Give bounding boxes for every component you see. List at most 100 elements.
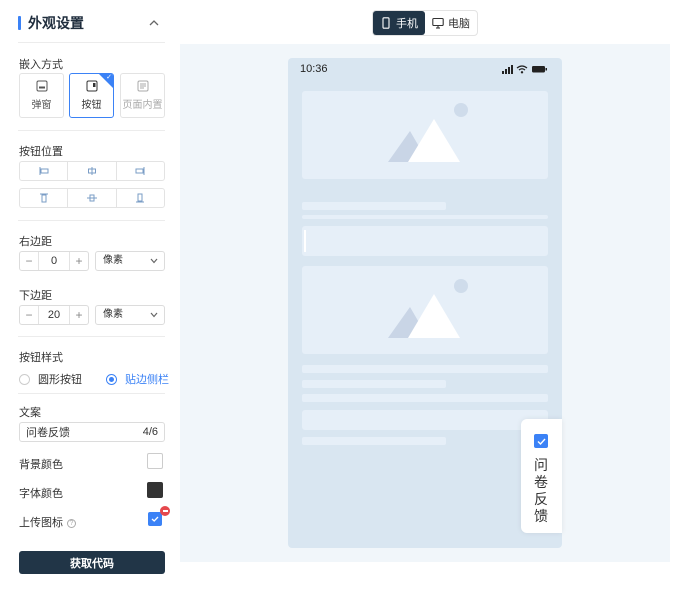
align-top-icon — [39, 193, 48, 203]
position-center-middle[interactable] — [68, 162, 117, 180]
device-toggle: 手机 电脑 — [372, 10, 478, 36]
position-top[interactable] — [20, 189, 69, 207]
text-placeholder — [302, 202, 446, 210]
position-right-middle[interactable] — [117, 162, 164, 180]
radio-sidebar-button[interactable]: 贴边侧栏 — [106, 371, 169, 387]
feedback-text: 问卷反馈 — [534, 457, 548, 524]
unit-value: 像素 — [103, 309, 123, 320]
align-vcenter-icon — [86, 194, 97, 202]
bottom-margin-stepper: − 20 + — [19, 305, 89, 325]
radio-sidebar-label: 贴边侧栏 — [125, 374, 169, 386]
tab-phone-label: 手机 — [396, 18, 418, 30]
cursor-marker — [304, 230, 306, 252]
align-center-icon — [87, 167, 96, 175]
tab-desktop[interactable]: 电脑 — [425, 11, 477, 35]
divider — [18, 393, 165, 394]
embed-page-button[interactable]: 页面内置 — [120, 73, 165, 118]
panel-title: 外观设置 — [28, 15, 84, 31]
text-placeholder — [302, 437, 446, 445]
divider — [18, 42, 165, 43]
remove-icon[interactable] — [160, 506, 170, 516]
align-bottom-icon — [136, 193, 145, 203]
embed-button-button[interactable]: ✓ 按钮 — [69, 73, 114, 118]
align-left-icon — [39, 167, 49, 175]
position-vcenter[interactable] — [68, 189, 117, 207]
increment-button[interactable]: + — [70, 306, 88, 324]
copy-count: 4/6 — [142, 426, 158, 438]
copy-label: 文案 — [19, 407, 41, 419]
check-icon — [151, 516, 159, 522]
right-margin-label: 右边距 — [19, 236, 52, 248]
text-placeholder — [302, 394, 548, 402]
copy-input[interactable]: 问卷反馈 4/6 — [19, 422, 165, 442]
right-margin-input[interactable]: 0 — [38, 252, 70, 270]
upload-icon-label-wrap: 上传图标? — [19, 514, 76, 530]
increment-button[interactable]: + — [70, 252, 88, 270]
input-placeholder — [302, 226, 548, 256]
tab-desktop-label: 电脑 — [448, 18, 470, 30]
panel-header: 外观设置 — [18, 12, 164, 34]
bottom-margin-label: 下边距 — [19, 290, 52, 302]
position-row-bottom — [19, 188, 165, 208]
feedback-sidebar-button[interactable]: 问卷反馈 — [521, 419, 562, 533]
embed-label: 嵌入方式 — [19, 59, 63, 71]
chevron-up-icon[interactable] — [148, 17, 160, 29]
divider — [18, 336, 165, 337]
image-placeholder — [302, 91, 548, 179]
status-time: 10:36 — [300, 63, 328, 75]
radio-circle — [19, 373, 30, 385]
unit-value: 像素 — [103, 255, 123, 266]
text-placeholder — [302, 380, 446, 388]
check-icon: ✓ — [106, 74, 112, 81]
font-color-swatch[interactable] — [147, 482, 163, 498]
get-code-button[interactable]: 获取代码 — [19, 551, 165, 574]
title-accent-bar — [18, 16, 21, 30]
tab-phone[interactable]: 手机 — [373, 11, 425, 35]
position-row-middle — [19, 161, 165, 181]
radio-round-label: 圆形按钮 — [38, 374, 82, 386]
uploaded-icon-preview[interactable] — [148, 512, 162, 526]
check-icon — [537, 438, 546, 445]
style-label: 按钮样式 — [19, 352, 63, 364]
position-left-middle[interactable] — [20, 162, 69, 180]
align-right-icon — [135, 167, 145, 175]
position-label: 按钮位置 — [19, 146, 63, 158]
font-color-label: 字体颜色 — [19, 488, 63, 500]
right-margin-stepper: − 0 + — [19, 251, 89, 271]
upload-icon-label: 上传图标 — [19, 517, 63, 529]
text-placeholder — [302, 365, 548, 373]
status-icons — [502, 65, 547, 74]
text-placeholder — [302, 215, 548, 219]
bg-color-label: 背景颜色 — [19, 459, 63, 471]
bottom-margin-unit-select[interactable]: 像素 — [95, 305, 165, 325]
embed-page-label: 页面内置 — [122, 100, 163, 111]
text-placeholder — [302, 410, 548, 430]
embed-popup-label: 弹窗 — [31, 100, 52, 111]
image-icon — [388, 279, 468, 338]
bottom-margin-input[interactable]: 20 — [38, 306, 70, 324]
right-margin-unit-select[interactable]: 像素 — [95, 251, 165, 271]
divider — [18, 130, 165, 131]
popup-icon — [36, 80, 47, 92]
chevron-down-icon — [150, 312, 158, 318]
radio-round-button[interactable]: 圆形按钮 — [19, 371, 82, 387]
page-embed-icon — [137, 80, 148, 92]
embed-button-label: 按钮 — [81, 100, 102, 111]
embed-popup-button[interactable]: 弹窗 — [19, 73, 64, 118]
monitor-icon — [432, 17, 444, 29]
position-bottom[interactable] — [117, 189, 164, 207]
decrement-button[interactable]: − — [20, 252, 38, 270]
chevron-down-icon — [150, 258, 158, 264]
feedback-icon — [534, 434, 548, 448]
divider — [18, 220, 165, 221]
decrement-button[interactable]: − — [20, 306, 38, 324]
status-bar: 10:36 — [288, 58, 562, 80]
help-icon[interactable]: ? — [67, 518, 76, 528]
button-icon — [86, 80, 97, 92]
image-icon — [388, 103, 468, 162]
image-placeholder — [302, 266, 548, 354]
copy-value: 问卷反馈 — [26, 427, 70, 439]
settings-panel: 外观设置 嵌入方式 弹窗 ✓ 按钮 页面内置 按钮位置 右边距 − 0 + 像素… — [0, 0, 178, 589]
radio-circle — [106, 373, 117, 385]
bg-color-swatch[interactable] — [147, 453, 163, 469]
